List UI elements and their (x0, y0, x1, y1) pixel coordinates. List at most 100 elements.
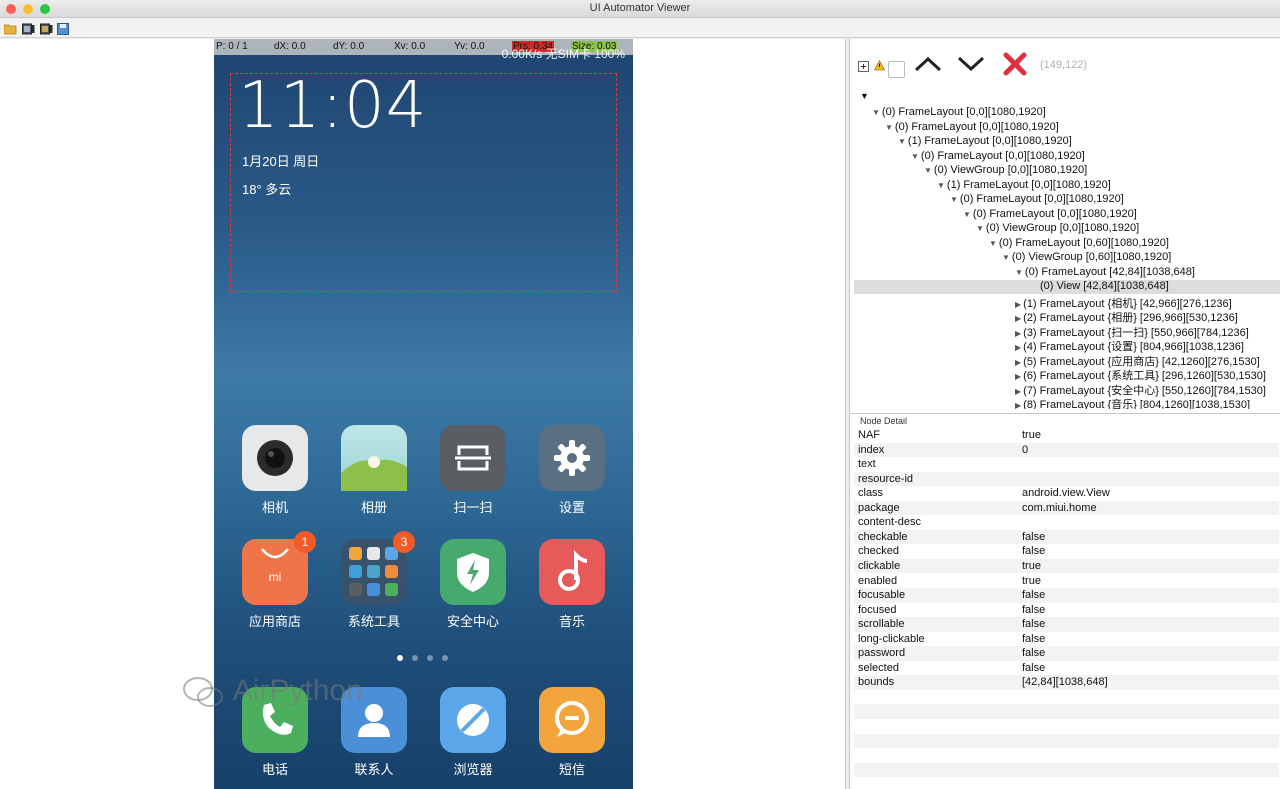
detail-row[interactable]: resource-id (854, 471, 1279, 487)
dock-sms[interactable]: 短信 (532, 687, 612, 778)
clear-search-close-icon[interactable] (1003, 52, 1027, 81)
tree-node[interactable]: ▼ (0) FrameLayout [0,0][1080,1920] (885, 121, 1059, 135)
tree-collapse-icon[interactable]: ▼ (950, 195, 958, 204)
detail-row-empty (854, 719, 1279, 734)
detail-row[interactable]: clickable true (854, 558, 1279, 574)
tree-node[interactable]: ▶ (2) FrameLayout {相册} [296,966][530,1236… (1015, 309, 1238, 324)
tree-node[interactable]: ▼ (0) FrameLayout [0,0][1080,1920] (911, 150, 1085, 164)
tree-expand-icon[interactable]: ▶ (1015, 314, 1021, 323)
detail-row[interactable]: index 0 (854, 442, 1279, 458)
music-note-icon (539, 539, 605, 605)
detail-row[interactable]: text (854, 457, 1279, 472)
app-system-tools-folder[interactable]: 3 系统工具 (334, 531, 415, 630)
tree-expand-icon[interactable]: ▶ (1015, 343, 1021, 352)
detail-property-name: focused (858, 603, 897, 616)
detail-row[interactable]: enabled true (854, 574, 1279, 589)
app-security-center[interactable]: 安全中心 (433, 539, 513, 630)
tree-node-selected[interactable]: (0) View [42,84][1038,648] (854, 280, 1280, 294)
tree-node[interactable]: ▼ (0) FrameLayout [0,0][1080,1920] (963, 208, 1137, 222)
device-screenshot-icon[interactable] (22, 22, 35, 35)
tree-node[interactable]: ▼ (1) FrameLayout [0,0][1080,1920] (937, 179, 1111, 193)
security-shield-icon (440, 539, 506, 605)
tree-node[interactable]: ▶ (8) FrameLayout {音乐} [804,1260][1038,15… (1015, 396, 1250, 409)
detail-row-empty (854, 690, 1279, 705)
detail-row[interactable]: package com.miui.home (854, 500, 1279, 516)
detail-row[interactable]: selected false (854, 661, 1279, 676)
tree-collapse-icon[interactable]: ▼ (911, 152, 919, 161)
tree-node[interactable]: ▼ (1) FrameLayout [0,0][1080,1920] (898, 135, 1072, 149)
tree-collapse-icon[interactable]: ▼ (924, 166, 932, 175)
detail-row[interactable]: scrollable false (854, 617, 1279, 632)
detail-property-name: password (858, 647, 906, 660)
page-dot (412, 655, 418, 661)
tree-node-label: (0) FrameLayout [0,60][1080,1920] (998, 236, 1169, 249)
tree-node[interactable]: ▼ (0) ViewGroup [0,0][1080,1920] (924, 164, 1087, 178)
previous-node-button[interactable] (914, 55, 942, 78)
detail-row[interactable]: class android.view.View (854, 486, 1279, 501)
window-titlebar: UI Automator Viewer (0, 0, 1280, 18)
next-node-button[interactable] (957, 55, 985, 78)
tree-expand-icon[interactable]: ▶ (1015, 300, 1021, 309)
tree-node[interactable]: ▼ (0) FrameLayout [0,0][1080,1920] (950, 193, 1124, 207)
tree-node-label: (0) View [42,84][1038,648] (1040, 280, 1169, 292)
detail-property-value: false (1022, 661, 1046, 674)
detail-row[interactable]: focusable false (854, 588, 1279, 603)
tree-node[interactable]: ▶ (3) FrameLayout {扫一扫} [550,966][784,123… (1015, 324, 1249, 339)
tree-expand-icon[interactable]: ▶ (1015, 387, 1021, 396)
tree-node[interactable]: ▶ (7) FrameLayout {安全中心} [550,1260][784,1… (1015, 382, 1266, 397)
app-store[interactable]: mi 1 应用商店 (235, 531, 316, 630)
tree-node[interactable]: ▶ (5) FrameLayout {应用商店} [42,1260][276,15… (1015, 353, 1260, 368)
expand-all-icon[interactable] (858, 59, 869, 77)
tree-node-label: (6) FrameLayout {系统工具} [296,1260][530,15… (1023, 370, 1266, 382)
detail-row[interactable]: checkable false (854, 529, 1279, 545)
app-settings[interactable]: 设置 (532, 425, 612, 516)
tree-collapse-icon[interactable]: ▼ (989, 239, 997, 248)
app-gallery[interactable]: 相册 (334, 425, 414, 516)
tree-collapse-icon[interactable]: ▼ (976, 224, 984, 233)
detail-row[interactable]: checked false (854, 544, 1279, 559)
detail-row[interactable]: password false (854, 646, 1279, 661)
page-indicator (397, 655, 457, 663)
detail-row[interactable]: bounds [42,84][1038,648] (854, 675, 1279, 690)
open-folder-icon[interactable] (3, 22, 17, 35)
app-scan[interactable]: 扫一扫 (433, 425, 513, 516)
tree-collapse-icon[interactable]: ▼ (885, 123, 893, 132)
save-icon[interactable] (57, 22, 70, 35)
tree-node[interactable]: ▼ (0) ViewGroup [0,60][1080,1920] (1002, 251, 1171, 265)
ui-hierarchy-tree[interactable]: ▼ ▼ (0) FrameLayout [0,0][1080,1920] ▼ (0) … (850, 89, 1280, 409)
dock-browser[interactable]: 浏览器 (433, 687, 513, 778)
detail-row[interactable]: long-clickable false (854, 632, 1279, 647)
tree-node[interactable]: ▼ (0) ViewGroup [0,0][1080,1920] (976, 222, 1139, 236)
detail-row-empty (854, 748, 1279, 763)
tree-node[interactable]: ▼ (0) FrameLayout [0,0][1080,1920] (872, 106, 1046, 120)
detail-property-name: checkable (858, 530, 908, 543)
app-music[interactable]: 音乐 (532, 539, 612, 630)
tree-expand-icon[interactable]: ▶ (1015, 372, 1021, 381)
filter-checkbox[interactable] (888, 61, 905, 78)
tree-expand-icon[interactable]: ▶ (1015, 329, 1021, 338)
detail-property-name: resource-id (858, 472, 914, 485)
app-label: 应用商店 (248, 614, 301, 629)
phone-status-text: 0.00K/s 无SIM卡 100% (501, 47, 625, 61)
detail-row[interactable]: content-desc (854, 515, 1279, 530)
tree-collapse-icon[interactable]: ▼ (1002, 253, 1010, 262)
tree-collapse-icon[interactable]: ▼ (898, 137, 906, 146)
device-screenshot-compressed-icon[interactable] (40, 22, 53, 35)
tree-node[interactable]: ▶ (6) FrameLayout {系统工具} [296,1260][530,1… (1015, 367, 1266, 382)
tree-collapse-icon[interactable]: ▼ (963, 210, 971, 219)
tree-node[interactable]: ▶ (1) FrameLayout {相机} [42,966][276,1236] (1015, 295, 1232, 310)
tree-expand-icon[interactable]: ▶ (1015, 358, 1021, 367)
tree-node[interactable]: ▶ (4) FrameLayout {设置} [804,966][1038,123… (1015, 338, 1244, 353)
tree-root-toggle-icon[interactable]: ▼ (860, 91, 869, 105)
tree-collapse-icon[interactable]: ▼ (872, 108, 880, 117)
tree-node[interactable]: ▼ (0) FrameLayout [0,60][1080,1920] (989, 237, 1169, 251)
detail-row[interactable]: focused false (854, 603, 1279, 618)
tree-expand-icon[interactable]: ▶ (1015, 401, 1021, 409)
detail-row[interactable]: NAF true (854, 428, 1279, 443)
main-toolbar (0, 19, 1280, 38)
warning-icon[interactable] (874, 58, 885, 76)
tree-node[interactable]: ▼ (0) FrameLayout [42,84][1038,648] (1015, 266, 1195, 280)
tree-collapse-icon[interactable]: ▼ (937, 181, 945, 190)
app-camera[interactable]: 相机 (235, 425, 315, 516)
tree-collapse-icon[interactable]: ▼ (1015, 268, 1023, 277)
